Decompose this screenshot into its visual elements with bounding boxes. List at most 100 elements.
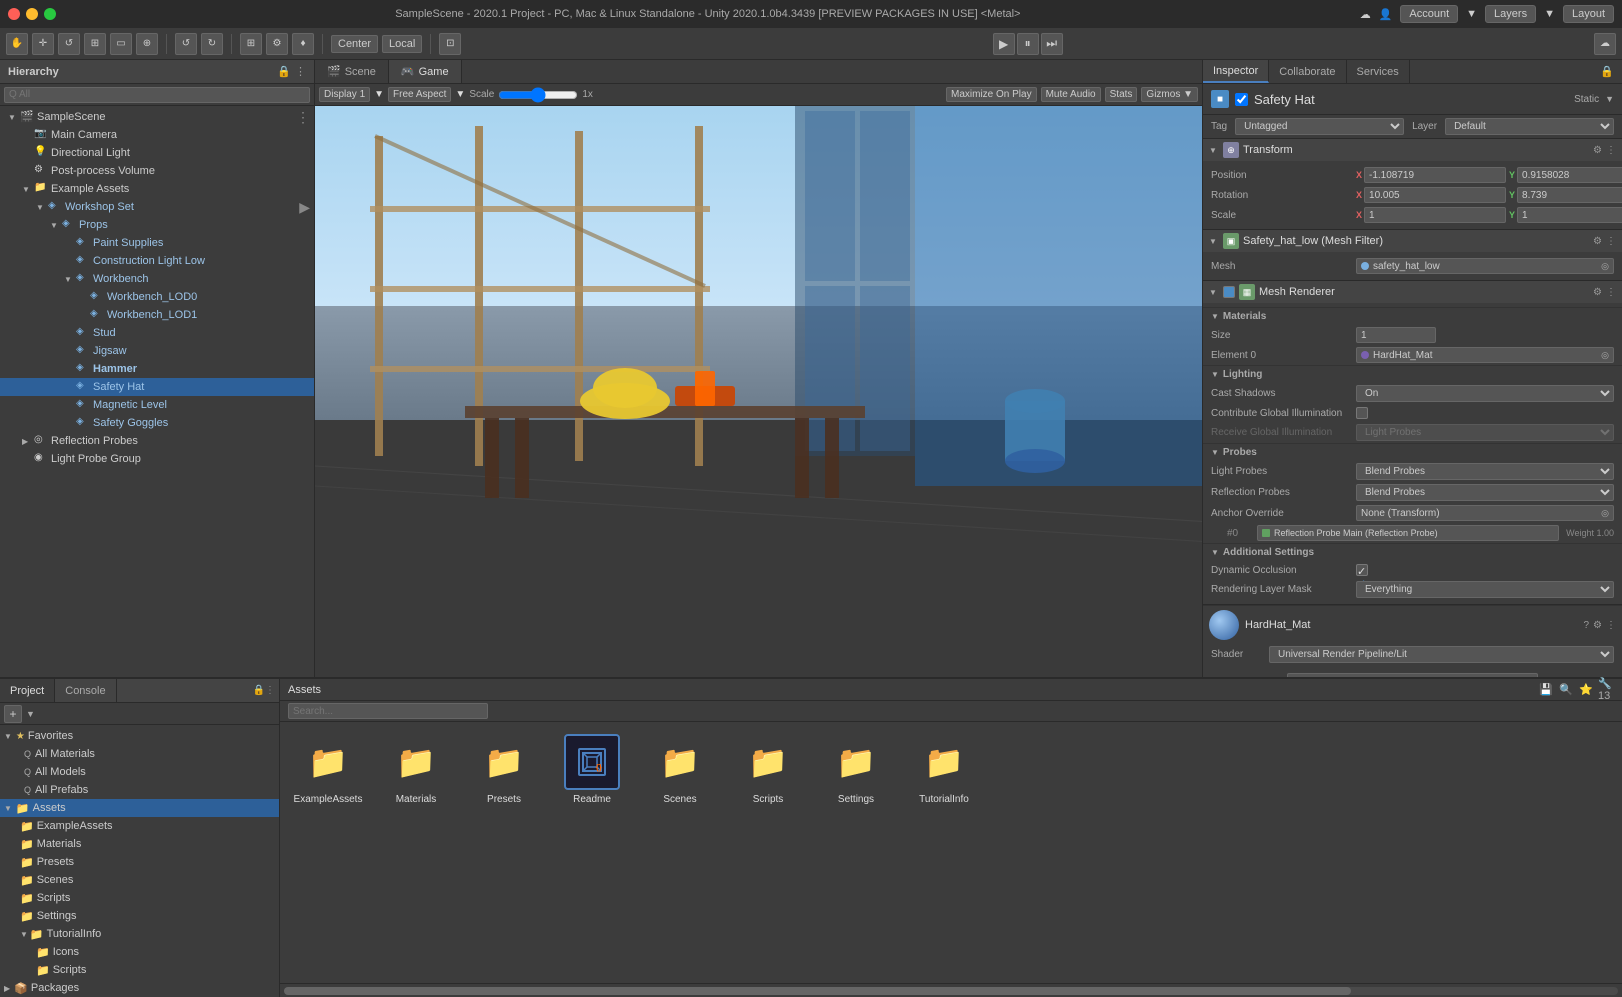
proj-item-all-materials[interactable]: Q All Materials	[0, 745, 279, 763]
maximize-btn[interactable]: Maximize On Play	[946, 87, 1037, 102]
play-button[interactable]: ▶	[993, 33, 1015, 55]
reflection-probes-select[interactable]: Blend Probes	[1356, 484, 1614, 501]
scale-slider[interactable]	[498, 89, 578, 101]
hierarchy-search-input[interactable]	[4, 87, 310, 103]
settings-icon[interactable]: ⚙	[1593, 287, 1602, 298]
scene-viewport[interactable]	[315, 106, 1202, 677]
proj-item-scripts[interactable]: 📁 Scripts	[0, 889, 279, 907]
tree-item-dir-light[interactable]: 💡 Directional Light	[0, 144, 314, 162]
tab-collaborate[interactable]: Collaborate	[1269, 60, 1346, 83]
move-tool[interactable]: ✛	[32, 33, 54, 55]
minimize-button[interactable]	[26, 8, 38, 20]
maximize-button[interactable]	[44, 8, 56, 20]
collab-icon[interactable]: ♦	[292, 33, 314, 55]
horizontal-scrollbar[interactable]	[284, 987, 1618, 995]
transform-header[interactable]: ▼ ⊕ Transform ⚙ ⋮	[1203, 139, 1622, 161]
proj-item-tutorialinfo[interactable]: ▼ 📁 TutorialInfo	[0, 925, 279, 943]
rotate-tool[interactable]: ↺	[58, 33, 80, 55]
proj-item-scenes[interactable]: 📁 Scenes	[0, 871, 279, 889]
tree-item-workbench[interactable]: ▼ ◈ Workbench	[0, 270, 314, 288]
mesh-renderer-header[interactable]: ▼ ▦ Mesh Renderer ⚙ ⋮	[1203, 281, 1622, 303]
lock-icon[interactable]: 🔒	[1592, 60, 1622, 83]
search-icon[interactable]: 🔍	[1558, 682, 1574, 698]
probe-obj-ref[interactable]: Reflection Probe Main (Reflection Probe)	[1257, 525, 1559, 541]
tree-item-stud[interactable]: ◈ Stud	[0, 324, 314, 342]
object-active-checkbox[interactable]	[1235, 93, 1248, 106]
tree-item-safety-goggles[interactable]: ◈ Safety Goggles	[0, 414, 314, 432]
tab-game[interactable]: 🎮 Game	[389, 60, 462, 83]
assets-search-input[interactable]	[288, 703, 488, 719]
tree-item-samplescene[interactable]: ▼ 🎬 SampleScene ⋮	[0, 108, 314, 126]
cast-shadows-select[interactable]: On	[1356, 385, 1614, 402]
tree-item-construction-light[interactable]: ◈ Construction Light Low	[0, 252, 314, 270]
proj-item-all-prefabs[interactable]: Q All Prefabs	[0, 781, 279, 799]
project-menu-icon[interactable]: ⋮	[265, 685, 275, 696]
tab-services[interactable]: Services	[1347, 60, 1410, 83]
proj-item-assets[interactable]: ▼ 📁 Assets	[0, 799, 279, 817]
gizmos-btn[interactable]: Gizmos ▼	[1141, 87, 1198, 102]
overflow-icon[interactable]: ⋮	[1606, 236, 1616, 247]
tree-item-magnetic-level[interactable]: ◈ Magnetic Level	[0, 396, 314, 414]
receive-gi-select[interactable]: Light Probes	[1356, 424, 1614, 441]
dynamic-occlusion-cb[interactable]: ✓	[1356, 564, 1368, 576]
asset-item-materials[interactable]: 📁 Materials	[376, 730, 456, 809]
hand-tool[interactable]: ✋	[6, 33, 28, 55]
context-icon[interactable]: ▶	[299, 199, 314, 216]
overflow-icon[interactable]: ⋮	[1606, 287, 1616, 298]
tree-item-main-camera[interactable]: 📷 Main Camera	[0, 126, 314, 144]
settings-icon[interactable]: ⚙	[1593, 620, 1602, 631]
tag-select[interactable]: Untagged	[1235, 118, 1404, 135]
mute-btn[interactable]: Mute Audio	[1041, 87, 1101, 102]
mesh-ref[interactable]: safety_hat_low ◎	[1356, 258, 1614, 274]
scale-y-input[interactable]	[1517, 207, 1622, 223]
pos-x-input[interactable]	[1364, 167, 1506, 183]
proj-item-settings[interactable]: 📁 Settings	[0, 907, 279, 925]
redo-btn[interactable]: ↻	[201, 33, 223, 55]
pos-y-input[interactable]	[1517, 167, 1622, 183]
static-arrow[interactable]: ▼	[1605, 94, 1614, 104]
add-button[interactable]: +	[4, 705, 22, 723]
tab-inspector[interactable]: Inspector	[1203, 60, 1269, 83]
tools-icon[interactable]: ⚙	[266, 33, 288, 55]
tree-item-props[interactable]: ▼ ◈ Props	[0, 216, 314, 234]
tab-scene[interactable]: 🎬 Scene	[315, 60, 389, 83]
snap-icon[interactable]: ⊡	[439, 33, 461, 55]
save-icon[interactable]: 💾	[1538, 682, 1554, 698]
contrib-gi-cb[interactable]	[1356, 407, 1368, 419]
overflow-icon[interactable]: ⋮	[1606, 145, 1616, 156]
project-lock-icon[interactable]: 🔒	[253, 685, 265, 696]
help-icon[interactable]: ?	[1583, 620, 1589, 631]
tab-project[interactable]: Project	[0, 679, 55, 702]
proj-item-all-models[interactable]: Q All Models	[0, 763, 279, 781]
hierarchy-menu-icon[interactable]: ⋮	[295, 65, 306, 78]
undo-btn[interactable]: ↺	[175, 33, 197, 55]
mesh-filter-header[interactable]: ▼ ▣ Safety_hat_low (Mesh Filter) ⚙ ⋮	[1203, 230, 1622, 252]
proj-item-icons[interactable]: 📁 Icons	[0, 943, 279, 961]
settings-icon[interactable]: ⚙	[1593, 145, 1602, 156]
tree-item-safety-hat[interactable]: ◈ Safety Hat	[0, 378, 314, 396]
close-button[interactable]	[8, 8, 20, 20]
layer-select[interactable]: Default	[1445, 118, 1614, 135]
overflow-icon[interactable]: ⋮	[1606, 620, 1616, 631]
step-button[interactable]: ⏭	[1041, 33, 1063, 55]
rot-x-input[interactable]	[1364, 187, 1506, 203]
anchor-btn[interactable]: ◎	[1601, 508, 1609, 519]
asset-item-scripts[interactable]: 📁 Scripts	[728, 730, 808, 809]
asset-item-settings[interactable]: 📁 Settings	[816, 730, 896, 809]
proj-item-packages[interactable]: ▶ 📦 Packages	[0, 979, 279, 997]
tree-item-workshop-set[interactable]: ▼ ◈ Workshop Set ▶	[0, 198, 314, 216]
shader-select[interactable]: Universal Render Pipeline/Lit	[1269, 646, 1614, 663]
aspect-btn[interactable]: Free Aspect	[388, 87, 451, 102]
mesh-btn[interactable]: ◎	[1601, 261, 1609, 272]
asset-item-presets[interactable]: 📁 Presets	[464, 730, 544, 809]
layers-button[interactable]: Layers	[1485, 5, 1536, 23]
proj-item-presets[interactable]: 📁 Presets	[0, 853, 279, 871]
tree-item-light-probe-group[interactable]: ◉ Light Probe Group	[0, 450, 314, 468]
rot-y-input[interactable]	[1517, 187, 1622, 203]
proj-item-favorites[interactable]: ▼ ★ Favorites	[0, 727, 279, 745]
asset-item-readme[interactable]: {} Readme	[552, 730, 632, 809]
asset-item-tutorialinfo[interactable]: 📁 TutorialInfo	[904, 730, 984, 809]
stats-btn[interactable]: Stats	[1105, 87, 1138, 102]
tab-console[interactable]: Console	[55, 679, 116, 702]
services-icon[interactable]: ☁	[1594, 33, 1616, 55]
